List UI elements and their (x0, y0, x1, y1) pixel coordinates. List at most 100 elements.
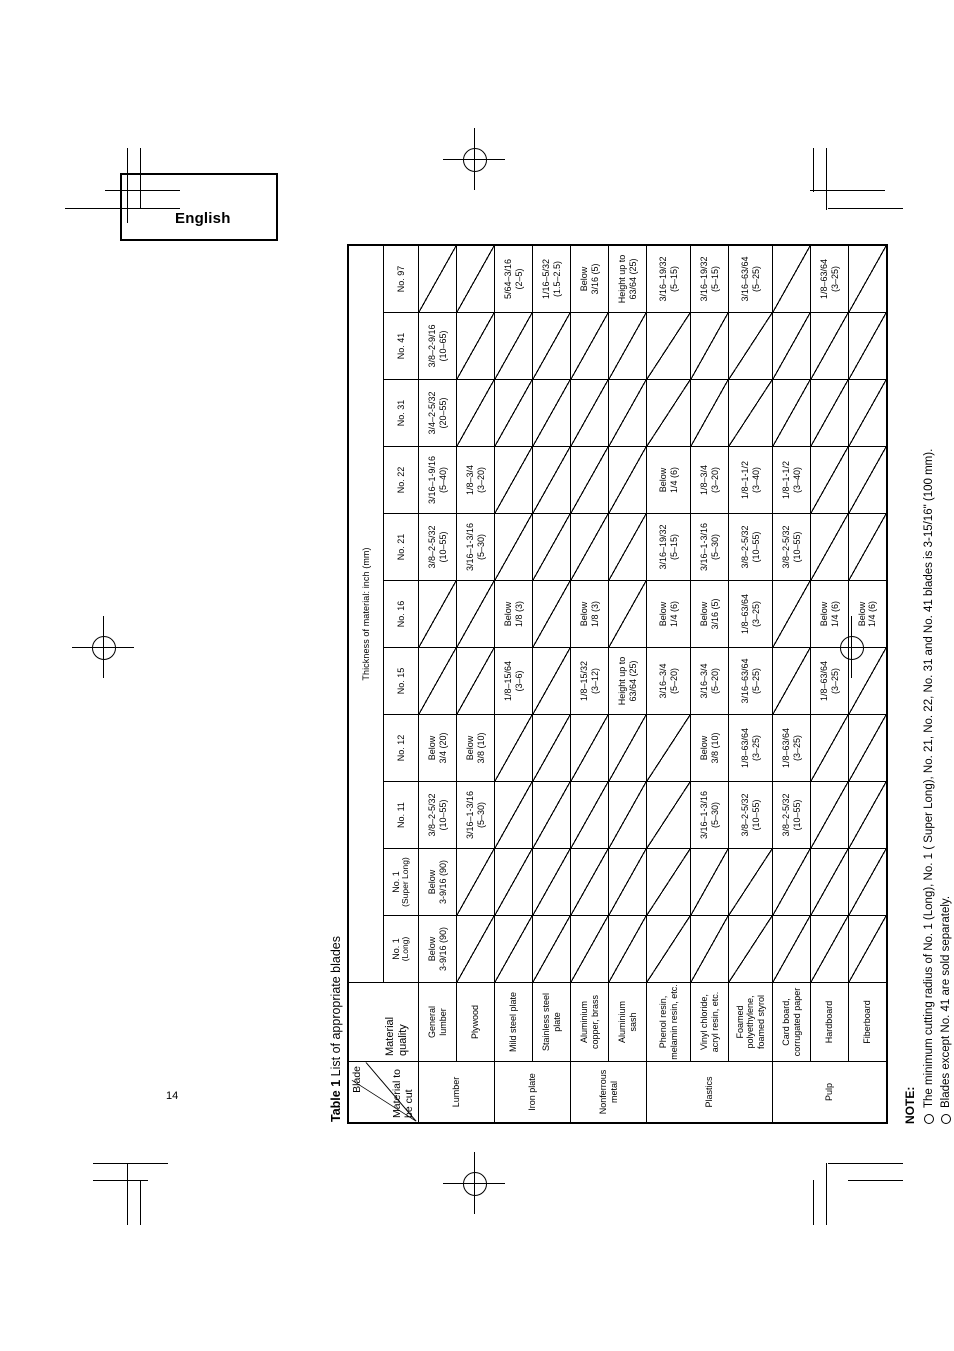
corner-quality-cell: Material quality (348, 982, 419, 1061)
blade-thickness-cell: 3/16–3/4 (5–20) (690, 647, 729, 714)
blade-thickness-value: 3/16–1-3/16 (5–30) (465, 522, 486, 571)
column-header-sub: (Super Long) (400, 856, 411, 907)
blade-thickness-cell: Height up to 63/64 (25) (608, 244, 647, 312)
blade-thickness-value: 3/16–19/32 (5–15) (658, 523, 679, 570)
blade-thickness-cell: 3/16–1-9/16 (5–40) (418, 446, 457, 513)
material-group-cell: Iron plate (494, 1061, 571, 1123)
blade-thickness-cell (728, 379, 773, 446)
blade-thickness-value: Below 3/16 (5) (699, 597, 720, 630)
blade-thickness-cell: 3/16–1-3/16 (5–30) (456, 781, 495, 848)
blade-thickness-value: 1/16–5/32 (1.5–2.5) (541, 258, 562, 299)
blade-thickness-cell (810, 446, 849, 513)
blade-thickness-value: 3/8–2-9/16 (10–65) (427, 323, 448, 368)
blade-thickness-cell: 1/8–63/64 (3–25) (810, 647, 849, 714)
blade-thickness-cell: 1/8–15/64 (3–6) (494, 647, 533, 714)
blade-thickness-value: 1/8–1-1/2 (3–40) (781, 460, 802, 499)
blade-thickness-value: 1/8–3/4 (3–20) (699, 464, 720, 495)
blade-thickness-cell (494, 379, 533, 446)
blade-thickness-value: 3/8–2-5/32 (10–55) (781, 524, 802, 569)
blade-thickness-cell: Below 1/4 (6) (646, 446, 691, 513)
blade-thickness-cell (532, 312, 571, 379)
blade-thickness-value: 3/16–3/4 (5–20) (658, 662, 679, 699)
blade-thickness-cell (494, 312, 533, 379)
blade-thickness-value: 3/16–1-3/16 (5–30) (465, 790, 486, 839)
table-body: Lumber General lumber Below 3-9/16 (90) Bel… (418, 244, 887, 1123)
appropriate-blades-table: Blade Material to be cut Material qualit… (347, 243, 888, 1124)
blade-thickness-value: 3/8–2-5/32 (10–55) (740, 524, 761, 569)
circle-bullet-icon (940, 1113, 951, 1124)
blade-thickness-cell (494, 446, 533, 513)
column-header-name: No. 11 (395, 801, 406, 828)
blade-thickness-cell: 1/8–63/64 (3–25) (728, 714, 773, 781)
blade-thickness-cell: 3/8–2-5/32 (10–55) (772, 781, 811, 848)
table-head: Blade Material to be cut Material qualit… (348, 244, 419, 1123)
blade-thickness-cell: 3/8–2-5/32 (10–55) (772, 513, 811, 580)
blade-thickness-cell: Below 1/4 (6) (810, 580, 849, 647)
blade-thickness-cell: 3/8–2-5/32 (10–55) (418, 781, 457, 848)
blade-thickness-value: Below 1/4 (6) (819, 600, 840, 627)
blade-thickness-cell: 1/8–63/64 (3–25) (810, 244, 849, 312)
blade-thickness-value: 1/8–15/64 (3–6) (503, 660, 524, 701)
column-header-7: No. 21 (383, 513, 419, 580)
blade-thickness-cell (570, 379, 609, 446)
table-row: Pulp Card board, corrugated paper 3/8–2-5/… (772, 244, 887, 1123)
blade-thickness-value: Height up to 63/64 (25) (617, 254, 638, 303)
corner-material-label: Material to be cut (391, 1068, 416, 1118)
table-row: Hardboard 1/8–63/64 (3–25) Below 1/4 (6) 1/… (810, 244, 849, 1123)
blade-thickness-value: 1/8–63/64 (3–25) (819, 258, 840, 299)
blade-thickness-cell (532, 848, 571, 915)
blade-thickness-cell (494, 781, 533, 848)
blade-thickness-value: 3/16–1-3/16 (5–30) (699, 790, 720, 839)
note-item: The minimum cutting radius of No. 1 (Lon… (921, 244, 938, 1124)
blade-thickness-value: 3/16–19/32 (5–15) (658, 255, 679, 302)
thickness-header-row: Blade Material to be cut Material qualit… (348, 244, 419, 1123)
blade-thickness-cell (810, 379, 849, 446)
blade-thickness-cell (532, 446, 571, 513)
blade-thickness-cell (608, 312, 647, 379)
blade-thickness-cell: 3/16–1-3/16 (5–30) (690, 513, 729, 580)
blade-thickness-value: 3/16–3/4 (5–20) (699, 662, 720, 699)
table-row: Lumber General lumber Below 3-9/16 (90) Bel… (418, 244, 495, 1123)
note-block: NOTE: The minimum cutting radius of No. … (902, 244, 954, 1124)
blade-thickness-cell (608, 781, 647, 848)
column-header-3: No. 11 (383, 781, 419, 848)
blade-thickness-cell (608, 915, 647, 982)
blade-thickness-cell (418, 647, 457, 714)
note-item-text: The minimum cutting radius of No. 1 (Lon… (922, 448, 935, 1108)
blade-thickness-cell (646, 915, 691, 982)
blade-thickness-cell: 3/16–1-3/16 (5–30) (690, 781, 729, 848)
blade-thickness-cell (532, 379, 571, 446)
blade-thickness-cell (848, 312, 887, 379)
column-header-4: No. 12 (383, 714, 419, 781)
blade-thickness-cell: Below 3/8 (10) (456, 714, 495, 781)
material-quality-cell: General lumber (418, 982, 457, 1061)
column-header-name: No. 41 (395, 332, 406, 359)
blade-thickness-cell (690, 915, 729, 982)
corner-quality-label: Material quality (383, 1016, 409, 1056)
blade-thickness-cell (728, 915, 773, 982)
blade-thickness-cell (418, 244, 457, 312)
blade-thickness-cell (494, 714, 533, 781)
table-row: Vinyl chloride, acryl resin, etc. 3/16–1-… (690, 244, 729, 1123)
column-header-10: No. 41 (383, 312, 419, 379)
blade-thickness-cell: Below 1/8 (3) (570, 580, 609, 647)
blade-thickness-cell: 1/8–1-1/2 (3–40) (728, 446, 773, 513)
blade-thickness-value: 3/4–2-5/32 (20–55) (427, 390, 448, 435)
circle-bullet-icon (923, 1113, 934, 1124)
material-quality-cell: Fiberboard (848, 982, 887, 1061)
table-caption-text: List of appropriate blades (329, 935, 343, 1076)
blade-thickness-cell: 3/16–19/32 (5–15) (690, 244, 729, 312)
blade-thickness-value: 1/8–15/32 (3–12) (579, 660, 600, 701)
blade-thickness-cell (848, 446, 887, 513)
note-item-text: Blades except No. 41 are sold separately… (939, 895, 952, 1108)
blade-thickness-value: 3/8–2-5/32 (10–55) (427, 792, 448, 837)
rotated-content-stage: Table 1 List of appropriate blades Blade… (0, 0, 954, 1351)
blade-thickness-cell (608, 513, 647, 580)
note-title: NOTE: (902, 1086, 917, 1124)
blade-thickness-cell (570, 781, 609, 848)
blade-thickness-cell (418, 580, 457, 647)
column-header-name: No. 22 (395, 466, 406, 493)
corner-inner: Blade Material to be cut (350, 1061, 418, 1122)
blade-thickness-cell: 1/8–1-1/2 (3–40) (772, 446, 811, 513)
blade-thickness-value: Below 1/8 (3) (579, 600, 600, 627)
